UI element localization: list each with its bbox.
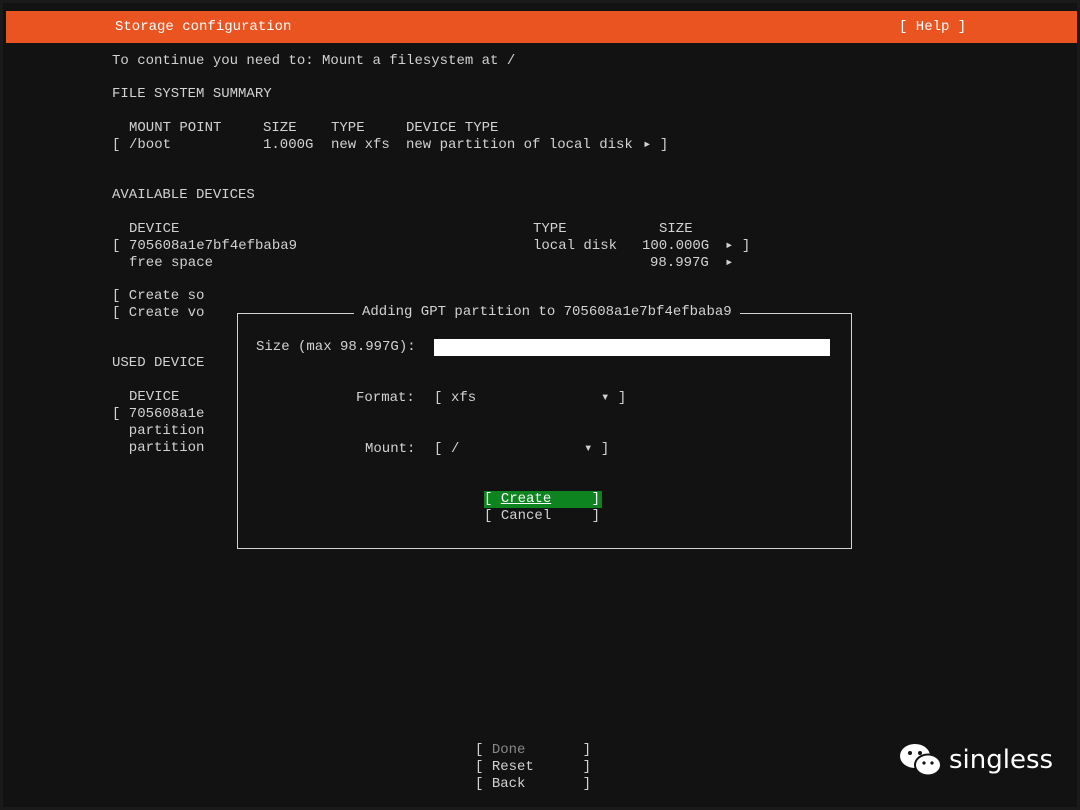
back-button[interactable]: [ Back]	[475, 776, 593, 793]
bracket: [	[434, 441, 443, 457]
format-label: Format:	[356, 390, 415, 406]
device-name: 705608a1e7bf4efbaba9	[129, 238, 298, 254]
device-type: new partition of local disk	[406, 137, 633, 153]
format-value: xfs	[451, 390, 477, 406]
installer-screen: Storage configuration [ Help ] To contin…	[0, 0, 1080, 810]
fs-summary-heading: FILE SYSTEM SUMMARY	[112, 86, 272, 102]
cancel-label: Cancel	[500, 508, 552, 524]
arrow-right-icon: ▸	[725, 255, 734, 271]
arrow-right-icon: ▸ ]	[643, 137, 669, 153]
col-device: DEVICE	[129, 221, 180, 237]
chevron-down-icon: ▾ ]	[601, 390, 627, 406]
device-type: local disk	[533, 238, 618, 254]
create-button[interactable]: [ Create]	[484, 491, 602, 508]
done-label: Done	[491, 742, 526, 758]
done-button[interactable]: [ Done]	[475, 742, 593, 759]
watermark: singless	[899, 741, 1053, 779]
add-partition-dialog: Adding GPT partition to 705608a1e7bf4efb…	[237, 304, 852, 549]
used-partition-row[interactable]: partition	[112, 440, 205, 457]
col-size: SIZE	[263, 120, 297, 136]
used-heading: USED DEVICE	[112, 355, 205, 371]
col-device-type: DEVICE TYPE	[406, 120, 499, 136]
size: 1.000G	[263, 137, 314, 153]
cancel-button[interactable]: [ Cancel]	[484, 508, 602, 525]
reset-label: Reset	[491, 759, 534, 775]
chevron-down-icon: ▾ ]	[584, 441, 610, 457]
bracket: [	[112, 137, 121, 153]
col-type: TYPE	[331, 120, 365, 136]
page-title: Storage configuration	[115, 19, 292, 35]
used-partition-row[interactable]: partition	[112, 423, 205, 440]
col-mount-point: MOUNT POINT	[129, 120, 222, 136]
instruction-text: To continue you need to: Mount a filesys…	[112, 53, 516, 69]
col-type: TYPE	[533, 221, 567, 237]
wechat-icon	[900, 744, 942, 777]
size-label: Size (max 98.997G):	[256, 339, 416, 355]
help-button[interactable]: [ Help ]	[899, 19, 966, 36]
create-software-raid-button[interactable]: [ Create so	[112, 288, 204, 305]
back-label: Back	[491, 776, 526, 792]
dialog-title: Adding GPT partition to 705608a1e7bf4efb…	[354, 304, 740, 321]
create-label: Create	[500, 491, 552, 507]
size-input[interactable]	[434, 339, 830, 356]
reset-button[interactable]: [ Reset]	[475, 759, 593, 776]
device-size: 100.000G	[642, 238, 710, 254]
bracket: [	[112, 238, 121, 254]
col-size: SIZE	[659, 221, 693, 237]
available-heading: AVAILABLE DEVICES	[112, 187, 255, 203]
used-device-row[interactable]: [ 705608a1e	[112, 406, 204, 423]
watermark-text: singless	[949, 745, 1054, 775]
mount-value: /	[451, 441, 460, 457]
type: new xfs	[331, 137, 390, 153]
free-space-size: 98.997G	[650, 255, 709, 271]
header-bar: Storage configuration [ Help ]	[6, 11, 1077, 43]
arrow-right-icon: ▸ ]	[725, 238, 751, 254]
col-device: DEVICE	[129, 389, 180, 405]
create-volume-group-button[interactable]: [ Create vo	[112, 305, 204, 322]
mount-label: Mount:	[365, 441, 416, 457]
free-space-label: free space	[129, 255, 214, 271]
mount-point: /boot	[129, 137, 172, 153]
bracket: [	[434, 390, 443, 406]
